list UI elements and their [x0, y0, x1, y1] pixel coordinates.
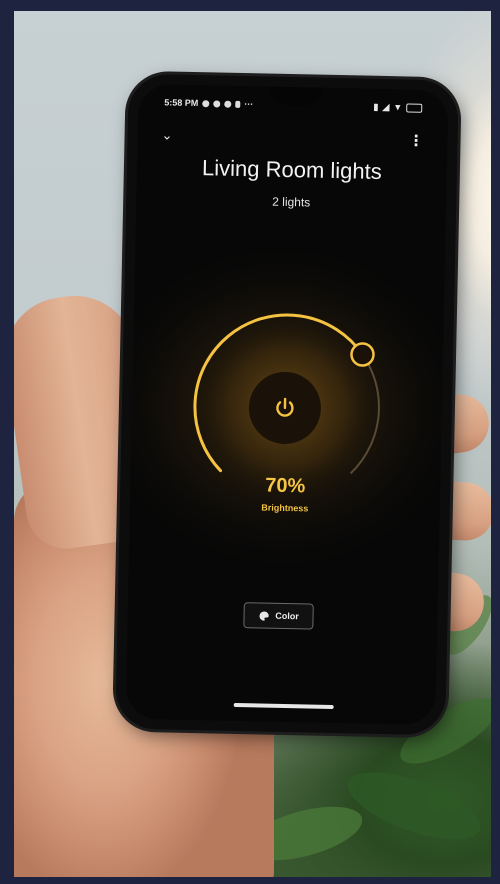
- status-bar: 5:58 PM ··· ▮ ◢ ▼: [164, 94, 423, 115]
- page-title: Living Room lights: [201, 155, 383, 184]
- chevron-down-icon[interactable]: ⌄: [161, 128, 172, 143]
- photo-background: 5:58 PM ··· ▮ ◢ ▼ ⌄ ⋮ Living Room lights…: [14, 11, 491, 877]
- brightness-value: 70%: [265, 474, 306, 498]
- brightness-label: Brightness: [261, 502, 309, 514]
- battery-saver-icon: [235, 100, 241, 108]
- status-time: 5:58 PM: [164, 97, 199, 109]
- signal-icon: ◢: [382, 101, 390, 112]
- color-button[interactable]: Color: [243, 602, 314, 630]
- overflow-menu-icon[interactable]: ⋮: [408, 131, 423, 149]
- vibrate-icon: ▮: [373, 101, 379, 112]
- phone-screen: 5:58 PM ··· ▮ ◢ ▼ ⌄ ⋮ Living Room lights…: [125, 83, 449, 726]
- settings-icon: [224, 100, 232, 108]
- more-dots-icon: ···: [244, 99, 254, 110]
- home-indicator[interactable]: [233, 702, 334, 710]
- lights-count: 2 lights: [272, 194, 311, 210]
- battery-icon: [406, 102, 423, 113]
- color-button-label: Color: [275, 610, 299, 622]
- palette-icon: [259, 610, 269, 621]
- sync-icon: [202, 99, 210, 107]
- smartphone: 5:58 PM ··· ▮ ◢ ▼ ⌄ ⋮ Living Room lights…: [115, 73, 459, 736]
- foliage: [339, 758, 489, 854]
- dial-knob[interactable]: [350, 342, 375, 367]
- alarm-icon: [213, 99, 221, 108]
- wifi-icon: ▼: [393, 102, 403, 113]
- power-icon: [276, 397, 294, 417]
